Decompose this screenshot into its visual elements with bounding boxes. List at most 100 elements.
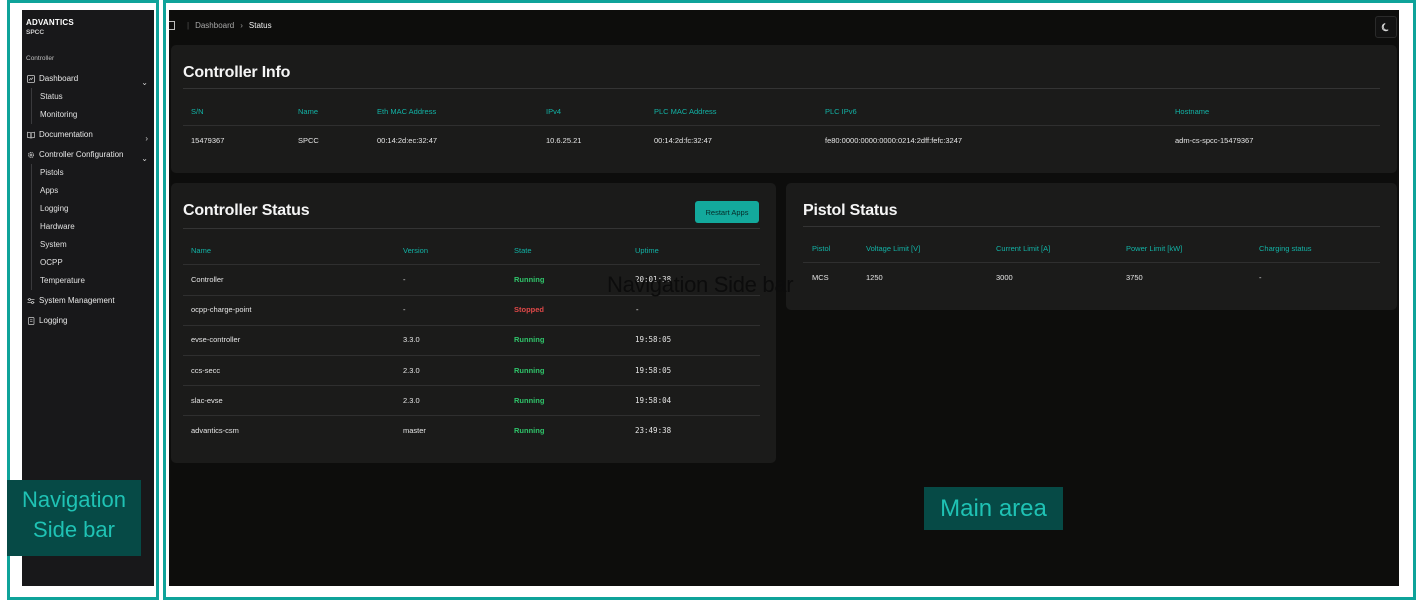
breadcrumb-current: Status — [248, 21, 272, 30]
annotation-label-sidebar: Navigation Side bar — [7, 480, 141, 556]
sidebar-item-documentation[interactable]: Documentation › — [22, 126, 154, 144]
sidebar-item-hardware[interactable]: Hardware — [22, 218, 154, 236]
dashboard-icon — [27, 75, 35, 83]
col-header: Current Limit [A] — [996, 244, 1051, 253]
col-header: Voltage Limit [V] — [866, 244, 921, 253]
sidebar-item-temperature[interactable]: Temperature — [22, 272, 154, 290]
brand-subtitle: SPCC — [26, 29, 45, 36]
annotation-label-main: Main area — [924, 487, 1063, 530]
col-header: S/N — [191, 107, 204, 116]
pistol-status-card: Pistol Status Pistol Voltage Limit [V] C… — [786, 183, 1397, 310]
row-divider — [183, 415, 760, 417]
table-cell: 15479367 — [191, 136, 225, 145]
table-cell: ccs-secc — [191, 365, 221, 375]
sidebar-item-ocpp[interactable]: OCPP — [22, 254, 154, 272]
chevron-right-icon: › — [240, 21, 243, 30]
table-cell: evse-controller — [191, 335, 241, 345]
table-cell: - — [635, 305, 640, 315]
table-cell: adm-cs-spcc-15479367 — [1175, 136, 1254, 145]
col-header: Name — [191, 246, 212, 255]
card-title: Controller Status — [183, 202, 310, 219]
table-cell: 23:49:38 — [635, 426, 672, 435]
col-header: Pistol — [812, 244, 831, 253]
brand[interactable]: ADVANTICS SPCC — [26, 18, 74, 36]
sliders-icon — [27, 298, 35, 304]
sidebar-item-apps[interactable]: Apps — [22, 182, 154, 200]
main-area: | Dashboard › Status Controller Info S/N Na… — [169, 10, 1399, 586]
table-cell: ocpp-charge-point — [191, 305, 252, 315]
card-title: Pistol Status — [803, 202, 898, 219]
sidebar-item-label: Dashboard — [39, 74, 79, 83]
table-cell: 19:58:05 — [635, 335, 672, 345]
sidebar-item-label: Logging — [39, 316, 68, 325]
sidebar-item-dashboard[interactable]: Dashboard ⌄ — [22, 70, 154, 88]
col-header: State — [514, 246, 532, 255]
table-cell: 3000 — [996, 273, 1013, 282]
sidebar-item-label: Documentation — [39, 130, 93, 139]
col-header: PLC IPv6 — [825, 107, 857, 116]
sidebar-item-logging-config[interactable]: Logging — [22, 200, 154, 218]
sidebar-item-label: System Management — [39, 296, 115, 305]
table-cell: 10.6.25.21 — [546, 136, 582, 145]
scroll-icon — [28, 317, 35, 325]
book-icon — [27, 131, 35, 139]
table-cell: SPCC — [298, 136, 319, 145]
table-cell: 3750 — [1126, 273, 1143, 282]
table-cell: 00:14:2d:fc:32:47 — [654, 136, 712, 145]
row-divider — [183, 354, 760, 356]
sidebar-item-monitoring[interactable]: Monitoring — [22, 106, 154, 124]
table-cell: - — [1259, 273, 1262, 282]
controller-info-card: Controller Info S/N Name Eth MAC Address… — [171, 45, 1397, 173]
table-cell: 19:58:05 — [635, 365, 672, 375]
brand-name: ADVANTICS — [26, 18, 74, 27]
table-cell: 19:58:04 — [635, 395, 672, 405]
breadcrumb-dashboard[interactable]: Dashboard — [195, 21, 234, 30]
col-header: PLC MAC Address — [654, 107, 717, 116]
table-cell: 2.3.0 — [403, 395, 420, 405]
sidebar-item-system[interactable]: System — [22, 236, 154, 254]
section-label: Controller — [26, 55, 55, 62]
sidebar-item-controller-configuration[interactable]: Controller Configuration ⌄ — [22, 146, 154, 164]
col-header: Charging status — [1259, 244, 1312, 253]
theme-toggle-button[interactable] — [1375, 16, 1397, 38]
table-cell: Running — [514, 426, 545, 435]
moon-icon — [1381, 23, 1389, 32]
annotation-label-floating: Navigation Side bar — [607, 272, 794, 297]
table-cell: Running — [514, 365, 545, 375]
col-header: Power Limit [kW] — [1126, 244, 1183, 253]
sidebar-item-pistols[interactable]: Pistols — [22, 164, 154, 182]
table-cell: - — [403, 275, 406, 284]
card-title: Controller Info — [183, 64, 291, 81]
top-bar: | Dashboard › Status — [169, 10, 1399, 44]
sidebar-item-logging[interactable]: Logging — [22, 312, 154, 330]
table-cell: Running — [514, 395, 545, 405]
col-header: Uptime — [635, 246, 659, 255]
table-cell: 2.3.0 — [403, 365, 420, 375]
row-divider — [183, 324, 760, 326]
table-cell: fe80:0000:0000:0000:0214:2dff:fefc:3247 — [825, 136, 963, 145]
row-divider — [183, 385, 760, 387]
sidebar-nav: Dashboard ⌄ Status Monitoring Documentat… — [22, 70, 154, 330]
col-header: Version — [403, 246, 429, 255]
sidebar-item-status[interactable]: Status — [22, 88, 154, 106]
sidebar-toggle-icon[interactable] — [169, 21, 175, 31]
table-cell: MCS — [812, 273, 829, 282]
table-cell: Running — [514, 335, 545, 345]
table-cell: Stopped — [514, 305, 544, 315]
breadcrumb: | Dashboard › Status — [169, 21, 272, 31]
table-cell: advantics-csm — [191, 426, 239, 435]
table-cell: 3.3.0 — [403, 335, 420, 345]
table-cell: 00:14:2d:ec:32:47 — [377, 136, 438, 145]
restart-apps-button[interactable]: Restart Apps — [695, 201, 759, 223]
col-header: Eth MAC Address — [377, 107, 437, 116]
table-cell: Controller — [191, 275, 224, 284]
sidebar-item-system-management[interactable]: System Management — [22, 292, 154, 310]
table-cell: slac-evse — [191, 395, 223, 405]
table-cell: master — [403, 426, 426, 435]
table-cell: Running — [514, 275, 545, 284]
col-header: Hostname — [1175, 107, 1210, 116]
table-cell: - — [403, 305, 406, 315]
table-cell: 1250 — [866, 273, 883, 282]
sidebar-item-label: Controller Configuration — [39, 150, 124, 159]
col-header: IPv4 — [546, 107, 562, 116]
